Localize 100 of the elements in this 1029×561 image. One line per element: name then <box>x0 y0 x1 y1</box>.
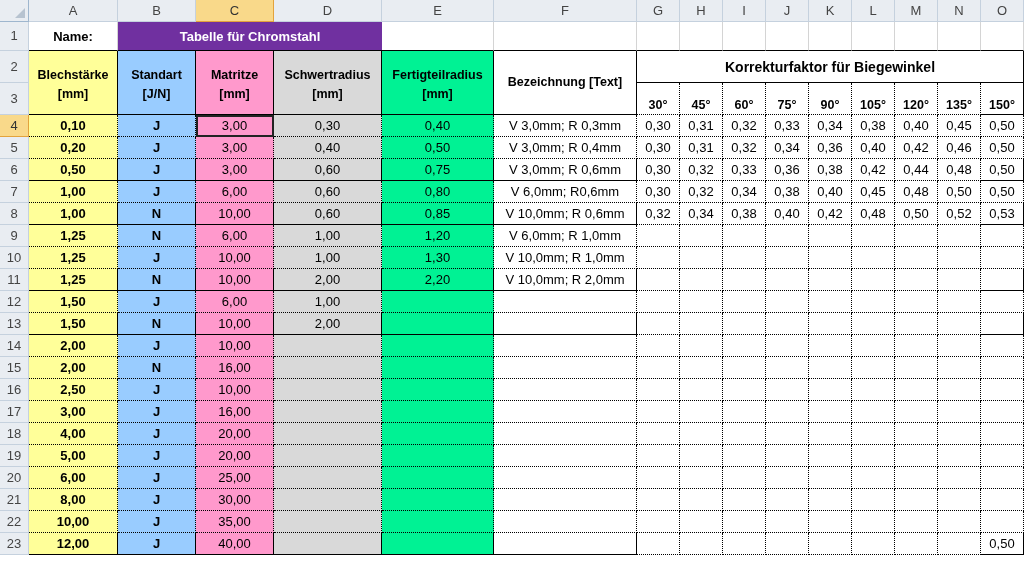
row-header[interactable]: 21 <box>0 489 29 511</box>
row-header[interactable]: 12 <box>0 291 29 313</box>
table-cell: 1,25 <box>29 225 118 247</box>
table-cell: V 10,0mm; R 0,6mm <box>494 203 637 225</box>
column-header[interactable]: K <box>809 0 852 22</box>
row-header[interactable]: 5 <box>0 137 29 159</box>
column-header[interactable]: M <box>895 0 938 22</box>
column-header[interactable]: C <box>196 0 274 22</box>
row-header[interactable]: 4 <box>0 115 29 137</box>
table-cell: 0,75 <box>382 159 494 181</box>
table-cell: 20,00 <box>196 445 274 467</box>
table-cell: J <box>118 291 196 313</box>
table-cell: 0,44 <box>895 159 938 181</box>
group-title: Korrekturfaktor für Biegewinkel <box>637 51 1024 83</box>
table-cell: 16,00 <box>196 401 274 423</box>
table-title: Tabelle für Chromstahl <box>118 22 382 51</box>
row-header[interactable]: 23 <box>0 533 29 555</box>
row-header[interactable]: 14 <box>0 335 29 357</box>
table-cell: 0,50 <box>981 159 1024 181</box>
column-header[interactable]: H <box>680 0 723 22</box>
table-cell: 3,00 <box>196 115 274 137</box>
table-cell: 6,00 <box>196 225 274 247</box>
row-header[interactable]: 8 <box>0 203 29 225</box>
table-cell: J <box>118 533 196 555</box>
row-header[interactable]: 16 <box>0 379 29 401</box>
row-header[interactable]: 22 <box>0 511 29 533</box>
table-cell: 0,50 <box>895 203 938 225</box>
table-cell: 6,00 <box>196 291 274 313</box>
table-cell: 1,00 <box>274 247 382 269</box>
table-cell: 0,30 <box>274 115 382 137</box>
row-header[interactable]: 15 <box>0 357 29 379</box>
row-header[interactable]: 20 <box>0 467 29 489</box>
column-title: 120° <box>895 83 938 115</box>
column-header[interactable]: J <box>766 0 809 22</box>
row-header[interactable]: 3 <box>0 83 29 115</box>
table-cell: 1,25 <box>29 269 118 291</box>
table-cell: J <box>118 181 196 203</box>
row-header[interactable]: 2 <box>0 51 29 83</box>
table-cell: 0,50 <box>938 181 981 203</box>
row-header[interactable]: 19 <box>0 445 29 467</box>
table-cell: 1,00 <box>274 291 382 313</box>
table-cell: 0,38 <box>766 181 809 203</box>
table-cell: 1,00 <box>29 181 118 203</box>
table-cell: 0,60 <box>274 181 382 203</box>
column-header[interactable]: L <box>852 0 895 22</box>
table-cell: 0,50 <box>981 181 1024 203</box>
column-header[interactable]: O <box>981 0 1024 22</box>
column-header[interactable]: F <box>494 0 637 22</box>
table-cell: 0,60 <box>274 159 382 181</box>
row-header[interactable]: 17 <box>0 401 29 423</box>
row-header[interactable]: 18 <box>0 423 29 445</box>
row-header[interactable]: 13 <box>0 313 29 335</box>
table-cell: 0,40 <box>274 137 382 159</box>
table-cell: 3,00 <box>29 401 118 423</box>
unit-label: [J/N] <box>142 87 171 100</box>
table-cell: V 3,0mm; R 0,4mm <box>494 137 637 159</box>
table-cell: 10,00 <box>196 379 274 401</box>
column-header[interactable]: E <box>382 0 494 22</box>
table-cell: J <box>118 115 196 137</box>
row-header[interactable]: 7 <box>0 181 29 203</box>
column-title: 90° <box>809 83 852 115</box>
unit-label: [mm] <box>57 87 89 100</box>
column-header[interactable]: N <box>938 0 981 22</box>
column-title: Schwertradius <box>284 69 371 82</box>
column-header[interactable]: B <box>118 0 196 22</box>
row-header[interactable]: 11 <box>0 269 29 291</box>
column-title: Matritze <box>210 69 259 82</box>
table-cell: 4,00 <box>29 423 118 445</box>
table-cell: V 3,0mm; R 0,6mm <box>494 159 637 181</box>
table-cell: 2,00 <box>29 357 118 379</box>
table-cell: 0,40 <box>809 181 852 203</box>
column-header[interactable]: I <box>723 0 766 22</box>
table-cell: 0,10 <box>29 115 118 137</box>
table-cell: 0,34 <box>723 181 766 203</box>
column-title: 150° <box>981 83 1024 115</box>
table-cell: 2,00 <box>274 269 382 291</box>
row-header[interactable]: 6 <box>0 159 29 181</box>
table-cell: 0,30 <box>637 159 680 181</box>
table-cell: 10,00 <box>196 203 274 225</box>
table-cell: 20,00 <box>196 423 274 445</box>
row-header[interactable]: 10 <box>0 247 29 269</box>
column-header[interactable]: G <box>637 0 680 22</box>
column-title: Standart <box>131 69 182 82</box>
table-cell: J <box>118 423 196 445</box>
table-cell: 3,00 <box>196 137 274 159</box>
column-header[interactable]: A <box>29 0 118 22</box>
table-cell: 0,50 <box>29 159 118 181</box>
column-title: 45° <box>680 83 723 115</box>
table-cell: 16,00 <box>196 357 274 379</box>
table-cell: J <box>118 247 196 269</box>
column-header[interactable]: D <box>274 0 382 22</box>
table-cell: 10,00 <box>29 511 118 533</box>
table-cell: N <box>118 357 196 379</box>
select-all-icon[interactable] <box>15 8 25 18</box>
table-cell: 0,53 <box>981 203 1024 225</box>
row-header[interactable]: 9 <box>0 225 29 247</box>
row-header[interactable]: 1 <box>0 22 29 51</box>
table-cell: 0,45 <box>852 181 895 203</box>
name-label: Name: <box>29 22 118 51</box>
column-title: Blechstärke <box>37 69 109 82</box>
